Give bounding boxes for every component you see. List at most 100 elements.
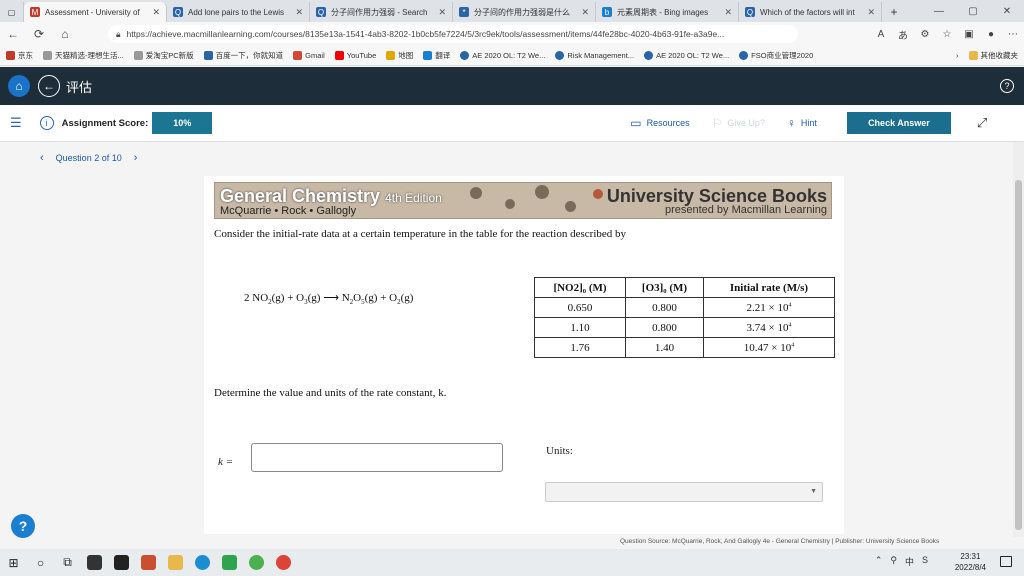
prev-question-icon[interactable]: ‹ (40, 152, 44, 164)
close-tab-icon[interactable]: ✕ (581, 7, 589, 18)
banner-presented: presented by Macmillan Learning (664, 204, 827, 216)
windows-start-icon[interactable]: ⊞ (0, 549, 27, 576)
address-bar-row: ← ⟳ ⌂ 🔒︎ https://achieve.macmillanlearnin… (0, 22, 1024, 46)
file-explorer-icon[interactable] (162, 549, 189, 576)
units-select[interactable]: ▼ (545, 482, 823, 502)
task-view-icon[interactable]: ⧉ (54, 549, 81, 576)
notification-icon[interactable] (1000, 556, 1012, 567)
bookmark-label: 天猫精选-理想生活... (55, 51, 124, 60)
ime-icon[interactable]: S (922, 555, 928, 568)
url-input[interactable]: 🔒︎ https://achieve.macmillanlearning.com/… (108, 25, 798, 43)
chevron-right-icon: › (956, 51, 959, 60)
bookmark-3[interactable]: 百度一下，你就知道 (203, 50, 284, 61)
extension-icon[interactable]: ⚙ (914, 29, 936, 40)
help-button[interactable]: ? (11, 514, 35, 538)
close-tab-icon[interactable]: ✕ (438, 7, 446, 18)
wechat-icon[interactable] (243, 549, 270, 576)
close-tab-icon[interactable]: ✕ (724, 7, 732, 18)
close-window-icon[interactable]: ✕ (990, 6, 1024, 17)
browser-tab-2[interactable]: Q 分子间作用力强弱 - Search ✕ (310, 2, 453, 22)
give-up-button[interactable]: ⚐ Give Up? (712, 116, 765, 130)
chevron-down-icon: ▼ (810, 488, 817, 495)
score-value: 10% (152, 112, 213, 134)
home-button[interactable]: ⌂ (8, 75, 30, 97)
page-icon (133, 51, 143, 60)
cell-o3: 1.40 (625, 337, 704, 358)
list-menu-icon[interactable]: ☰ (10, 115, 22, 131)
refresh-icon[interactable]: ⟳ (26, 27, 52, 41)
collections-icon[interactable]: ▣ (958, 29, 980, 40)
rate-exponent: 4 (791, 341, 795, 348)
network-icon[interactable]: ⚲ (890, 555, 897, 568)
back-button[interactable]: ← (38, 75, 60, 97)
back-arrow-icon[interactable]: ← (0, 27, 26, 41)
help-icon[interactable]: ? (1000, 79, 1014, 93)
maximize-icon[interactable]: ▢ (956, 6, 990, 17)
edge-icon[interactable] (189, 549, 216, 576)
col-header-o3: [O3]₀ (M) (625, 277, 704, 298)
bookmark-6[interactable]: 地图 (386, 50, 413, 61)
check-answer-button[interactable]: Check Answer (846, 112, 951, 134)
k-value-input[interactable] (251, 443, 503, 472)
bookmark-other[interactable]: › 其他收藏夹 (956, 50, 1018, 61)
chrome-icon[interactable] (270, 549, 297, 576)
input-language[interactable]: 中 (905, 555, 914, 568)
close-tab-icon[interactable]: ✕ (152, 7, 160, 18)
map-pin-icon (386, 51, 396, 60)
minimize-icon[interactable]: — (922, 6, 956, 17)
bookmark-7[interactable]: 翻译 (423, 50, 450, 61)
powerpoint-icon[interactable] (135, 549, 162, 576)
bookmark-label: FSO商业管理2020 (751, 51, 814, 60)
scrollbar-thumb[interactable] (1015, 180, 1022, 530)
chevron-up-icon[interactable]: ⌃ (875, 555, 883, 568)
tab-actions-icon[interactable]: ▢ (0, 2, 24, 22)
fullscreen-icon[interactable]: ⤢ (977, 115, 987, 131)
hint-button[interactable]: ♀ Hint (787, 116, 817, 130)
browser-tab-3[interactable]: * 分子间的作用力强弱是什么 ✕ (453, 2, 596, 22)
browser-tab-4[interactable]: b 元素周期表 - Bing images ✕ (596, 2, 739, 22)
search-circle-icon[interactable]: ○ (27, 549, 54, 576)
bookmark-label: 其他收藏夹 (980, 51, 1019, 60)
bookmark-4[interactable]: Gmail (293, 51, 325, 60)
resources-button[interactable]: ▭ Resources (630, 116, 689, 130)
banner-authors: McQuarrie • Rock • Gallogly (220, 205, 357, 217)
browser-tab-1[interactable]: Q Add lone pairs to the Lewis ✕ (167, 2, 310, 22)
clock[interactable]: 23:31 2022/8/4 (955, 551, 986, 573)
rate-exponent: 4 (788, 301, 792, 308)
question-nav: ‹ Question 2 of 10 › (40, 152, 137, 164)
home-icon[interactable]: ⌂ (52, 27, 78, 41)
bookmark-label: 京东 (18, 51, 33, 60)
cell-rate: 2.21 × 104 (703, 297, 835, 318)
rate-mantissa: 3.74 × 10 (746, 321, 789, 334)
globe-icon (644, 51, 654, 60)
close-tab-icon[interactable]: ✕ (867, 7, 875, 18)
browser-tab-0[interactable]: M Assessment - University of ✕ (24, 2, 167, 22)
bookmark-label: 百度一下，你就知道 (215, 51, 284, 60)
os-taskbar: ⊞ ○ ⧉ ⌃ ⚲ 中 S 23:31 2022/8/4 (0, 549, 1024, 576)
mail-icon[interactable] (81, 549, 108, 576)
info-icon[interactable]: i (39, 116, 54, 130)
bookmark-1[interactable]: 天猫精选-理想生活... (43, 50, 124, 61)
read-aloud-icon[interactable]: A (870, 29, 892, 40)
eq-part: O (353, 292, 362, 304)
close-tab-icon[interactable]: ✕ (295, 7, 303, 18)
bookmark-9[interactable]: Risk Management... (555, 51, 634, 60)
bookmark-11[interactable]: FSO商业管理2020 (739, 50, 813, 61)
translate-icon[interactable]: あ (892, 27, 914, 42)
bookmark-5[interactable]: YouTube (334, 51, 376, 60)
bookmark-8[interactable]: AE 2020 OL: T2 We... (460, 51, 545, 60)
molecule-decoration (593, 189, 603, 199)
app-green-icon[interactable] (216, 549, 243, 576)
next-question-icon[interactable]: › (134, 152, 138, 164)
cell-no2: 1.76 (534, 337, 626, 358)
store-icon[interactable] (108, 549, 135, 576)
bookmark-0[interactable]: 京东 (6, 50, 33, 61)
favorites-icon[interactable]: ☆ (936, 29, 958, 40)
banner-title-text: General Chemistry (220, 186, 381, 206)
bookmark-10[interactable]: AE 2020 OL: T2 We... (644, 51, 729, 60)
profile-avatar-icon[interactable]: ● (980, 29, 1002, 40)
more-icon[interactable]: ⋯ (1002, 29, 1024, 40)
new-tab-icon[interactable]: + (882, 2, 906, 22)
browser-tab-5[interactable]: Q Which of the factors will int ✕ (739, 2, 882, 22)
bookmark-2[interactable]: 爱淘宝PC新版 (133, 50, 194, 61)
